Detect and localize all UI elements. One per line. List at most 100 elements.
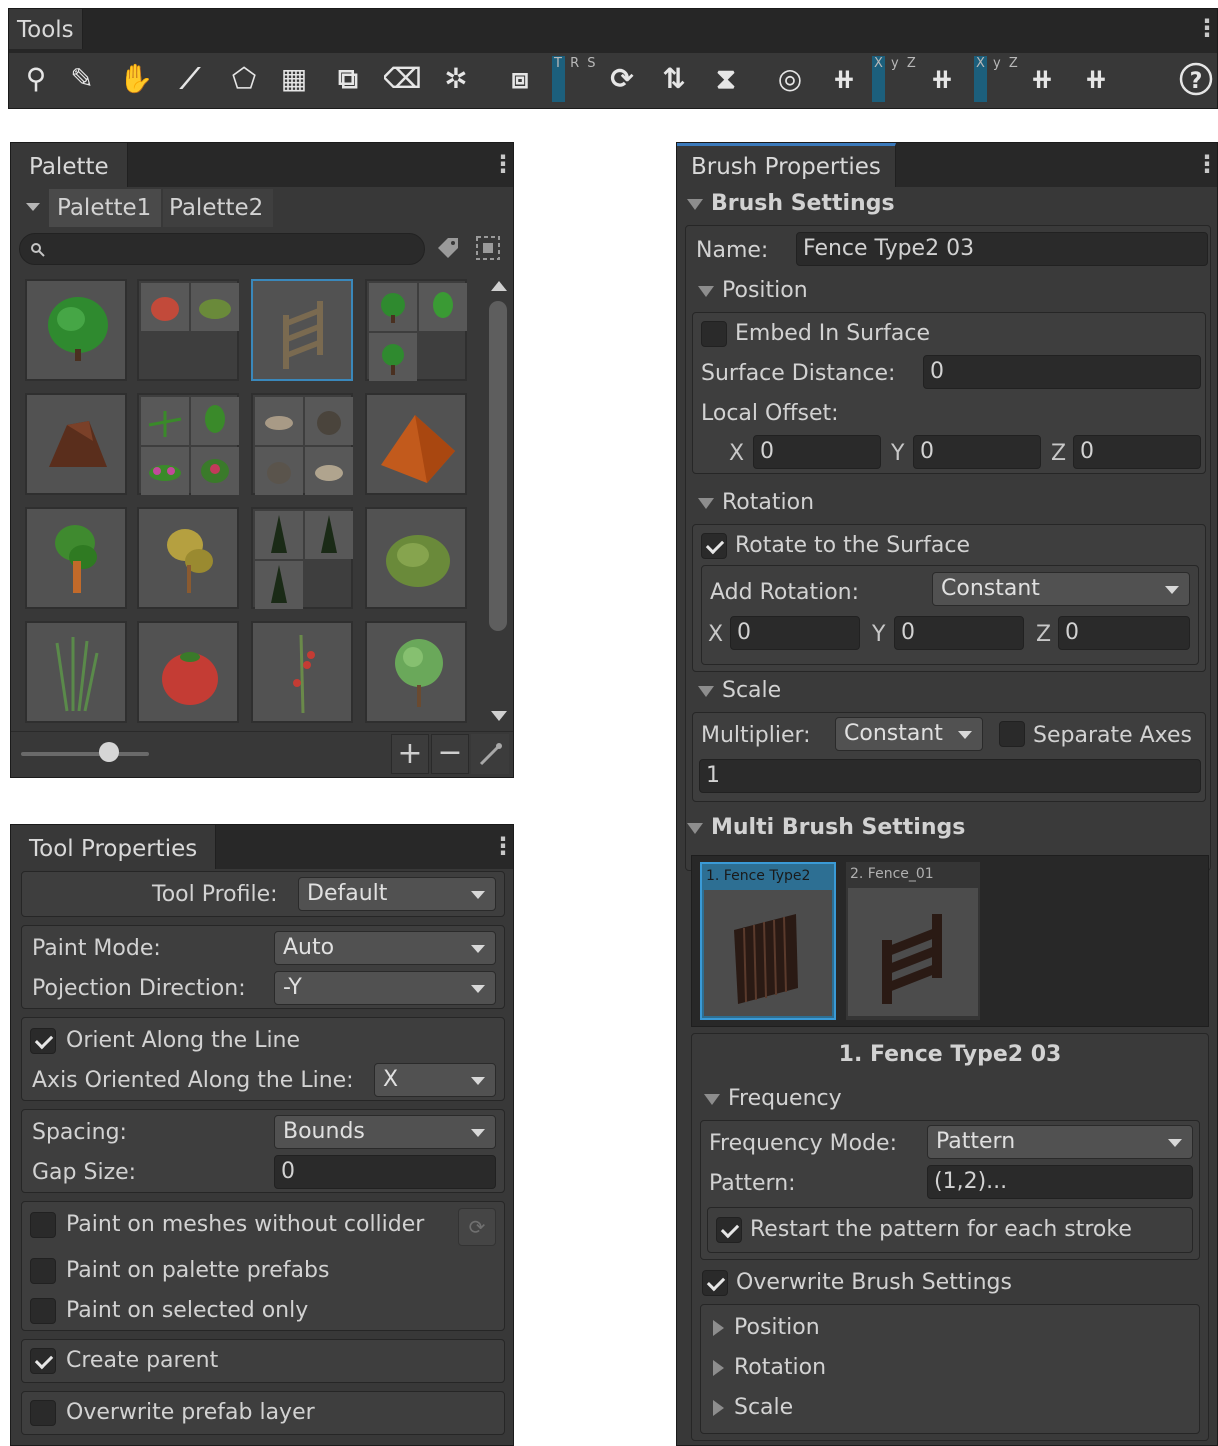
offset-y-input[interactable]: 0 (913, 435, 1041, 469)
multi-brush-foldout[interactable]: Multi Brush Settings (687, 815, 965, 840)
pin-tool-icon[interactable]: ⚲ (14, 55, 58, 103)
palette-item-orange-trunk-tree[interactable] (25, 507, 127, 609)
extrude-icon[interactable]: ⧗ (704, 55, 748, 103)
tiling-tool-icon[interactable]: ▦ (272, 55, 316, 103)
palette-item-bushes-pair[interactable] (137, 279, 239, 381)
palette-item-green-tree[interactable] (25, 279, 127, 381)
tool-properties-menu-icon[interactable]: ⋮ (491, 833, 515, 859)
frequency-foldout[interactable]: Frequency (704, 1086, 842, 1111)
paint-palette-checkbox[interactable] (30, 1258, 56, 1284)
embed-surface-checkbox[interactable] (701, 321, 727, 347)
restart-pattern-checkbox[interactable] (716, 1217, 742, 1243)
tool-properties-tab[interactable]: Tool Properties (11, 825, 217, 869)
picker-icon[interactable] (471, 734, 509, 774)
palette-item-round-tree[interactable] (365, 621, 467, 723)
palette-item-yellow-tree[interactable] (137, 507, 239, 609)
remove-icon[interactable]: − (431, 734, 469, 774)
frequency-mode-dropdown[interactable]: Pattern (927, 1125, 1193, 1159)
rotate-surface-checkbox[interactable] (701, 533, 727, 559)
pattern-input[interactable]: (1,2)... (927, 1165, 1193, 1199)
create-parent-checkbox[interactable] (30, 1348, 56, 1374)
scroll-up-icon[interactable] (491, 281, 507, 291)
grid-settings-icon[interactable]: ⧺ (1074, 55, 1118, 103)
rot-z-input[interactable]: 0 (1058, 616, 1190, 650)
palette-item-rocks[interactable] (251, 393, 353, 495)
palette-item-pine-trees[interactable] (251, 507, 353, 609)
brush-settings-foldout[interactable]: Brush Settings (687, 191, 895, 216)
replacer-tool-icon[interactable]: ⧉ (326, 55, 370, 103)
overwrite-layer-checkbox[interactable] (30, 1400, 56, 1426)
brush-properties-menu-icon[interactable]: ⋮ (1195, 151, 1218, 177)
tool-profile-dropdown[interactable]: Default (298, 877, 496, 911)
sub-scale-foldout[interactable]: Scale (713, 1395, 793, 1420)
selection-tool-icon[interactable]: ⧈ (498, 55, 542, 103)
paint-brush-tool-icon[interactable]: ✎ (60, 55, 104, 103)
rotation-foldout[interactable]: Rotation (698, 490, 814, 515)
scale-value-input[interactable]: 1 (699, 759, 1201, 793)
separate-axes-checkbox[interactable] (999, 721, 1025, 747)
brush-item-1[interactable]: 1. Fence Type2 (700, 862, 836, 1020)
overwrite-brush-checkbox[interactable] (702, 1270, 728, 1296)
sub-position-foldout[interactable]: Position (713, 1315, 820, 1340)
line-tool-icon[interactable]: ⟋ (168, 55, 212, 103)
tag-icon[interactable] (435, 235, 461, 261)
multiplier-dropdown[interactable]: Constant (835, 717, 983, 751)
palette-item-orange-tent[interactable] (365, 393, 467, 495)
rot-y-input[interactable]: 0 (894, 616, 1024, 650)
palette-tab[interactable]: Palette (11, 143, 128, 187)
brush-properties-tab[interactable]: Brush Properties (677, 143, 896, 187)
orient-checkbox[interactable] (30, 1028, 56, 1054)
palette-item-green-shrubs[interactable] (365, 279, 467, 381)
palette-item-plants-and-flowers[interactable] (137, 393, 239, 495)
offset-x-input[interactable]: 0 (753, 435, 881, 469)
zoom-slider-handle[interactable] (99, 742, 119, 762)
rot-x-input[interactable]: 0 (730, 616, 860, 650)
scale-foldout[interactable]: Scale (698, 678, 781, 703)
palette-collapse-icon[interactable] (19, 189, 45, 225)
surface-distance-input[interactable]: 0 (923, 355, 1201, 389)
axis-oriented-dropdown[interactable]: X (374, 1063, 496, 1097)
palette-item-tomato[interactable] (137, 621, 239, 723)
spacing-dropdown[interactable]: Bounds (274, 1115, 496, 1149)
paint-no-collider-checkbox[interactable] (30, 1212, 56, 1238)
paint-selected-checkbox[interactable] (30, 1298, 56, 1324)
shape-tool-icon[interactable]: ⬠ (222, 55, 266, 103)
palette-item-tall-grass[interactable] (25, 621, 127, 723)
radial-grid-icon[interactable]: ◎ (768, 55, 812, 103)
gap-size-input[interactable]: 0 (274, 1155, 496, 1189)
paint-mode-dropdown[interactable]: Auto (274, 931, 496, 965)
zoom-slider[interactable] (21, 752, 149, 756)
palette-item-wooden-fence[interactable] (251, 279, 353, 381)
palette-scrollbar[interactable] (487, 275, 511, 723)
offset-z-input[interactable]: 0 (1073, 435, 1201, 469)
sub-rotation-foldout[interactable]: Rotation (713, 1355, 826, 1380)
pin-stamp-tool-icon[interactable]: ✋ (114, 55, 158, 103)
palette-search-input[interactable] (19, 233, 425, 265)
add-icon[interactable]: + (391, 734, 429, 774)
palette-menu-icon[interactable]: ⋮ (491, 151, 515, 177)
palette-item-cabbage[interactable] (365, 507, 467, 609)
brush-item-2[interactable]: 2. Fence_01 (846, 862, 980, 1020)
help-icon[interactable]: ? (1174, 55, 1218, 103)
add-rotation-dropdown[interactable]: Constant (932, 572, 1190, 606)
palette-item-tree-stump[interactable] (25, 393, 127, 495)
gravity-tool-icon[interactable]: ✲ (434, 55, 478, 103)
scroll-thumb[interactable] (489, 301, 507, 631)
refresh-icon[interactable]: ⟳ (458, 1208, 496, 1246)
brush-name-input[interactable]: Fence Type2 03 (796, 232, 1208, 266)
palette-item-tomato-plant[interactable] (251, 621, 353, 723)
frame-select-icon[interactable] (475, 235, 501, 261)
rotate-icon[interactable]: ⟳ (600, 55, 644, 103)
projection-direction-dropdown[interactable]: -Y (274, 971, 496, 1005)
eraser-tool-icon[interactable]: ⌫ (380, 55, 424, 103)
position-foldout[interactable]: Position (698, 278, 808, 303)
palette-tab-palette1[interactable]: Palette1 (49, 189, 161, 227)
tools-tab[interactable]: Tools (9, 9, 83, 49)
grid-origin-icon[interactable]: ⧺ (1020, 55, 1064, 103)
snap-grid-icon[interactable]: ⧺ (822, 55, 866, 103)
scroll-down-icon[interactable] (491, 711, 507, 721)
grid-xyz-icon[interactable]: ⧺ (920, 55, 964, 103)
mirror-icon[interactable]: ⇅ (652, 55, 696, 103)
tools-menu-icon[interactable]: ⋮ (1195, 15, 1218, 41)
palette-tab-palette2[interactable]: Palette2 (163, 189, 273, 227)
